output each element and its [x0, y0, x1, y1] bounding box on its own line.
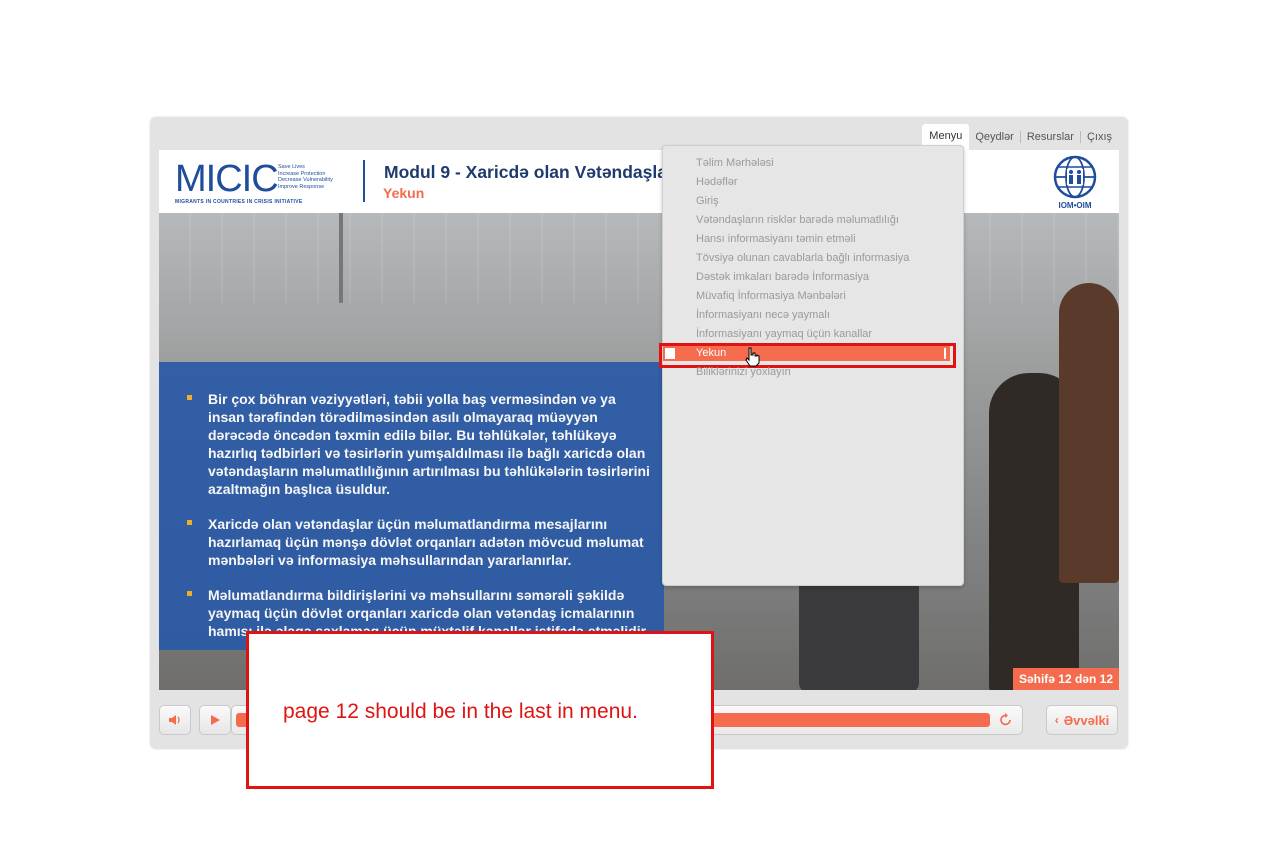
volume-button[interactable]: [159, 705, 191, 735]
slide-header: MICIC Save Lives Increase Protection Dec…: [159, 150, 1119, 213]
bullet-list: Bir çox böhran vəziyyətləri, təbii yolla…: [181, 390, 651, 657]
nav-notes-tab[interactable]: Qeydlər: [969, 127, 1020, 147]
menu-item[interactable]: Biliklərinizi yoxlayın: [696, 366, 791, 378]
menu-item[interactable]: Giriş: [696, 195, 719, 207]
logo-taglines: Save Lives Increase Protection Decrease …: [278, 164, 333, 190]
slide-area: MICIC Save Lives Increase Protection Dec…: [159, 150, 1119, 690]
play-icon: [211, 715, 220, 725]
chevron-left-icon: ‹: [1054, 713, 1059, 727]
page-indicator: Səhifə 12 dən 12: [1012, 668, 1119, 690]
menu-item[interactable]: Müvafiq İnformasiya Mənbələri: [696, 290, 846, 302]
bullet-icon: [187, 395, 192, 400]
photo-texture: [159, 213, 1119, 303]
iom-logo-icon: IOM•OIM: [1053, 155, 1097, 210]
menu-item[interactable]: Dəstək imkaları barədə İnformasiya: [696, 271, 869, 283]
content-panel: Bir çox böhran vəziyyətləri, təbii yolla…: [159, 362, 664, 650]
hand-cursor-icon: [745, 347, 760, 367]
bullet-text: Xaricdə olan vətəndaşlar üçün məlumatlan…: [208, 516, 644, 568]
section-subtitle: Yekun: [383, 185, 425, 201]
bullet-icon: [187, 520, 192, 525]
annotation-highlight-box: [659, 343, 956, 368]
menu-item[interactable]: İnformasiyanı necə yaymalı: [696, 309, 830, 321]
speaker-icon: [169, 715, 180, 725]
background-photo: Bir çox böhran vəziyyətləri, təbii yolla…: [159, 213, 1119, 690]
menu-item[interactable]: Təlim Mərhələsi: [696, 157, 774, 169]
previous-label: Əvvəlki: [1063, 712, 1110, 728]
logo-subtitle: MIGRANTS IN COUNTRIES IN CRISIS INITIATI…: [175, 199, 303, 205]
menu-item[interactable]: Hansı informasiyanı təmin etməli: [696, 233, 856, 245]
nav-exit-tab[interactable]: Çıxış: [1081, 127, 1118, 147]
bullet-item: Xaricdə olan vətəndaşlar üçün məlumatlan…: [181, 515, 651, 569]
header-divider: [363, 160, 365, 202]
play-button[interactable]: [199, 705, 231, 735]
bullet-text: Bir çox böhran vəziyyətləri, təbii yolla…: [208, 391, 650, 497]
menu-item[interactable]: Hədəflər: [696, 176, 738, 188]
nav-resources-tab[interactable]: Resurslar: [1021, 127, 1080, 147]
menu-item[interactable]: Vətəndaşların risklər barədə məlumatlılı…: [696, 214, 899, 226]
photo-person: [1059, 283, 1119, 583]
micic-logo: MICIC Save Lives Increase Protection Dec…: [175, 160, 345, 206]
bullet-icon: [187, 591, 192, 596]
menu-item[interactable]: İnformasiyanı yaymaq üçün kanallar: [696, 328, 872, 340]
logo-tagline: Improve Response: [278, 183, 325, 190]
menu-dropdown: Təlim Mərhələsi Hədəflər Giriş Vətəndaşl…: [659, 145, 964, 586]
previous-button[interactable]: ‹ Əvvəlki: [1046, 705, 1118, 735]
module-title: Modul 9 - Xaricdə olan Vətəndaşların: [384, 162, 690, 182]
replay-icon[interactable]: [998, 712, 1014, 728]
logo-tagline: Decrease Vulnerability: [278, 177, 333, 183]
annotation-note: page 12 should be in the last in menu.: [246, 631, 714, 789]
photo-pole: [339, 213, 343, 303]
annotation-text: page 12 should be in the last in menu.: [283, 700, 638, 723]
menu-item[interactable]: Tövsiyə olunan cavablarla bağlı informas…: [696, 252, 909, 264]
iom-label: IOM•OIM: [1058, 201, 1091, 210]
bullet-item: Bir çox böhran vəziyyətləri, təbii yolla…: [181, 390, 651, 498]
